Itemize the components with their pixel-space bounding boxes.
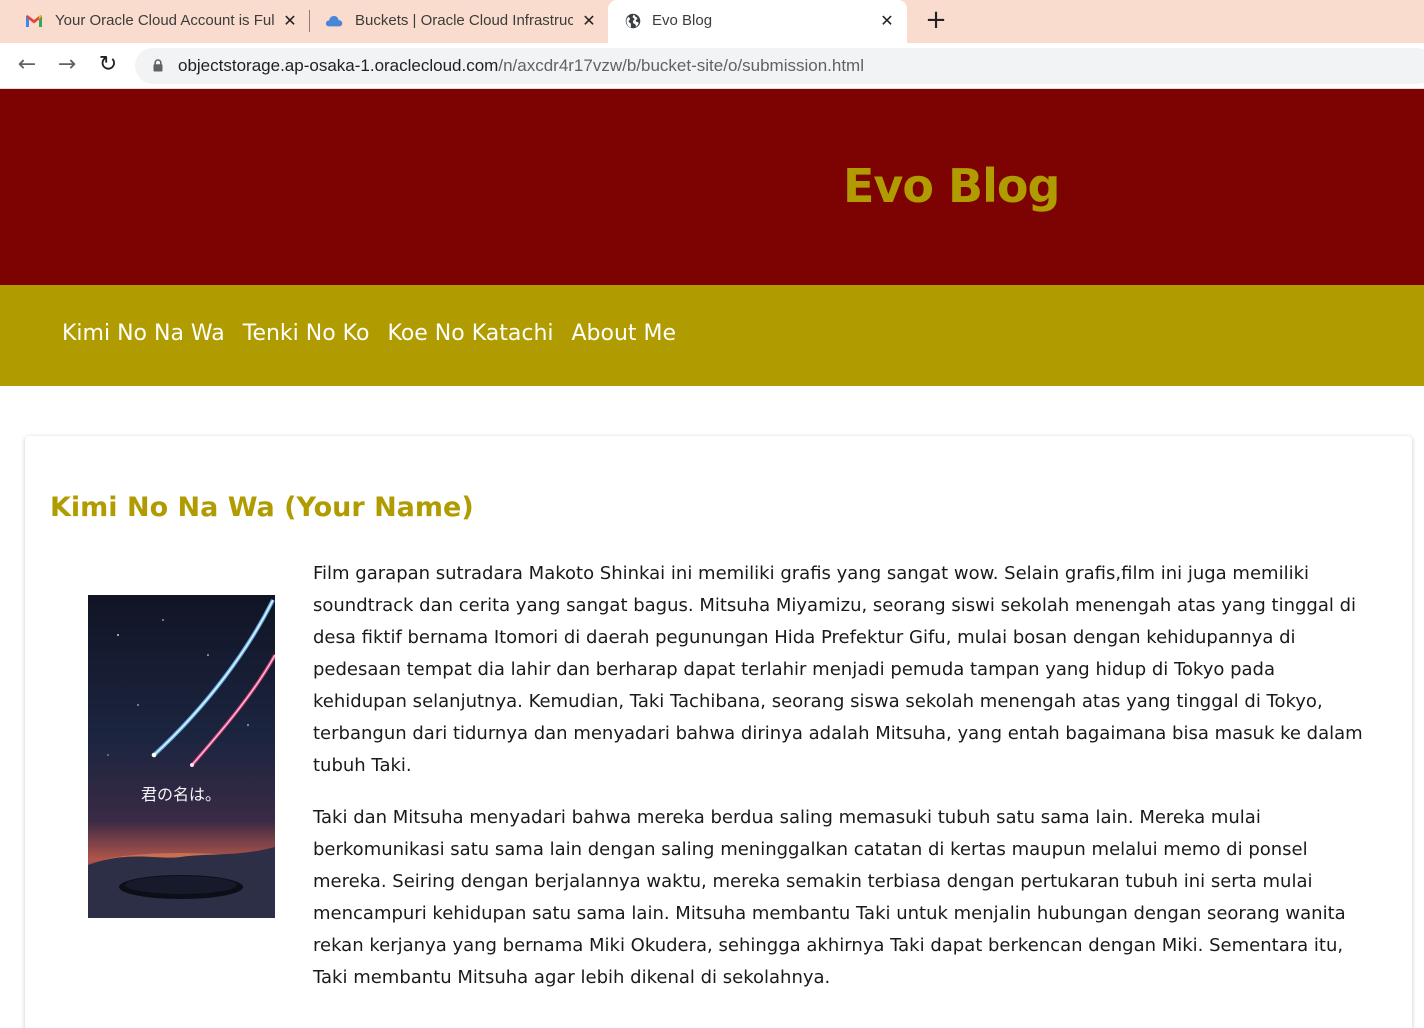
- post-body: 君の名は。 Film garapan sutradara Makoto Shin…: [50, 558, 1370, 1014]
- nav-item: Tenki No Ko: [243, 321, 370, 346]
- nav-item: Kimi No Na Wa: [62, 321, 225, 346]
- tab-strip: Your Oracle Cloud Account is Full ✕ Buck…: [0, 0, 1424, 43]
- url-text[interactable]: objectstorage.ap-osaka-1.oraclecloud.com…: [178, 56, 864, 76]
- site-header: Evo Blog: [0, 89, 1424, 285]
- back-arrow-icon[interactable]: ←: [15, 54, 39, 78]
- post-card: Kimi No Na Wa (Your Name) 君の名は。 Film gar…: [25, 436, 1412, 1028]
- nav-item: Koe No Katachi: [387, 321, 553, 346]
- lock-icon[interactable]: [153, 59, 163, 72]
- tab-buckets[interactable]: Buckets | Oracle Cloud Infrastructure ✕: [300, 0, 608, 43]
- tab-title: Buckets | Oracle Cloud Infrastructure: [355, 12, 573, 29]
- close-icon[interactable]: ✕: [580, 11, 598, 31]
- nav-list: Kimi No Na Wa Tenki No Ko Koe No Katachi…: [62, 321, 676, 346]
- tab-gmail[interactable]: Your Oracle Cloud Account is Full ✕: [0, 0, 308, 43]
- reload-icon[interactable]: ↻: [96, 54, 120, 78]
- cloud-icon: [325, 16, 343, 27]
- new-tab-button[interactable]: +: [923, 7, 949, 34]
- nav-link-about-me[interactable]: About Me: [572, 321, 677, 346]
- url-path: /n/axcdr4r17vzw/b/bucket-site/o/submissi…: [498, 56, 864, 75]
- tab-title: Evo Blog: [652, 12, 713, 29]
- post-title: Kimi No Na Wa (Your Name): [50, 492, 474, 523]
- movie-poster-image: 君の名は。: [88, 595, 275, 918]
- nav-link-kimi-no-na-wa[interactable]: Kimi No Na Wa: [62, 321, 225, 346]
- globe-icon: [625, 13, 641, 29]
- address-bar[interactable]: objectstorage.ap-osaka-1.oraclecloud.com…: [135, 48, 1424, 84]
- nav-link-koe-no-katachi[interactable]: Koe No Katachi: [387, 321, 553, 346]
- close-icon[interactable]: ✕: [878, 11, 896, 31]
- close-icon[interactable]: ✕: [281, 11, 299, 31]
- tab-title: Your Oracle Cloud Account is Full: [55, 12, 275, 29]
- site-nav: Kimi No Na Wa Tenki No Ko Koe No Katachi…: [0, 285, 1424, 386]
- forward-arrow-icon[interactable]: →: [55, 54, 79, 78]
- nav-item: About Me: [572, 321, 677, 346]
- url-host: objectstorage.ap-osaka-1.oraclecloud.com: [178, 56, 499, 75]
- browser-toolbar: ← → ↻ objectstorage.ap-osaka-1.oracleclo…: [0, 43, 1424, 89]
- site-title: Evo Blog: [843, 159, 1060, 213]
- tab-evo-blog[interactable]: Evo Blog ✕: [608, 0, 907, 43]
- gmail-icon: [26, 15, 42, 27]
- poster-container: 君の名は。: [50, 558, 313, 981]
- poster-title: 君の名は。: [141, 785, 221, 804]
- nav-link-tenki-no-ko[interactable]: Tenki No Ko: [243, 321, 370, 346]
